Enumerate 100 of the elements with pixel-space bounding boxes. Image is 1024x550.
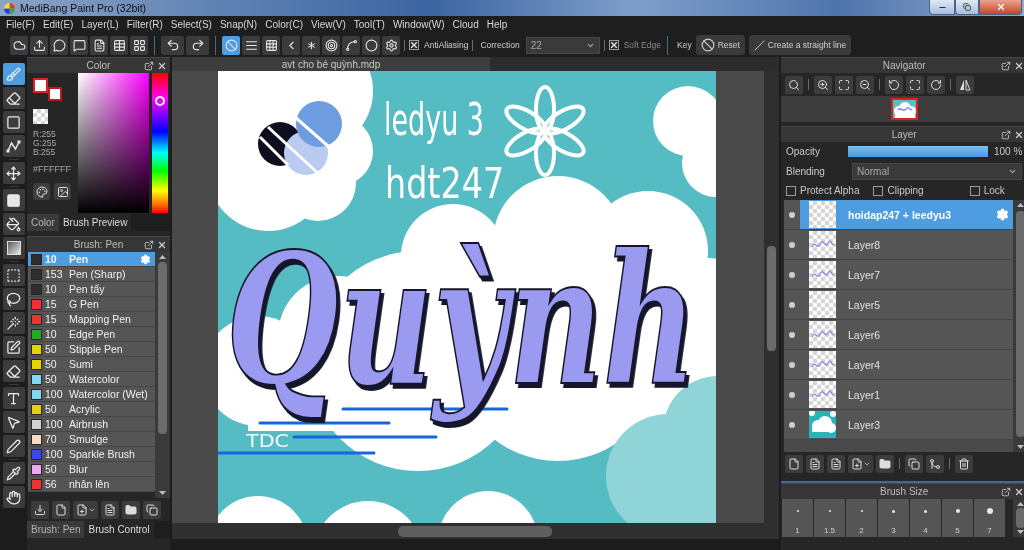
- brush-list-item[interactable]: 15 Mapping Pen: [28, 312, 155, 327]
- scroll-up-arrow-icon[interactable]: [1016, 502, 1024, 506]
- layer-item[interactable]: Layer1: [800, 380, 1014, 410]
- gradient-tool-button[interactable]: [2, 237, 25, 259]
- perspective-button[interactable]: [282, 35, 300, 55]
- scrollbar-thumb[interactable]: [1015, 211, 1024, 437]
- scroll-down-arrow-icon[interactable]: [1016, 530, 1024, 534]
- scroll-up-arrow-icon[interactable]: [1016, 203, 1024, 207]
- add-layer-button[interactable]: [848, 454, 873, 473]
- brush-size-option[interactable]: 5: [942, 499, 973, 537]
- reset-button[interactable]: Reset: [695, 35, 745, 55]
- scrollbar-thumb[interactable]: [158, 262, 167, 434]
- no-snap-button[interactable]: [222, 35, 240, 55]
- undock-icon[interactable]: [1001, 486, 1012, 497]
- settings-icon[interactable]: [996, 208, 1010, 221]
- brush-list-item[interactable]: 56 nhân lên: [28, 477, 155, 492]
- scroll-down-arrow-icon[interactable]: [1016, 445, 1024, 449]
- brush-list-item[interactable]: 100 Watercolor (Wet): [28, 387, 155, 402]
- new-mono-layer-button[interactable]: [827, 454, 845, 473]
- hue-slider[interactable]: [152, 73, 168, 213]
- fit-button[interactable]: [835, 75, 853, 94]
- brush-list-item[interactable]: 70 Smudge: [28, 432, 155, 447]
- download-button[interactable]: [31, 500, 49, 519]
- brush-size-option[interactable]: 4: [910, 499, 941, 537]
- folder-button[interactable]: [876, 454, 894, 473]
- brush-list-item[interactable]: 50 Blur: [28, 462, 155, 477]
- circle-button[interactable]: [362, 35, 380, 55]
- menu-item[interactable]: Tool(T): [350, 16, 388, 33]
- panel-tab[interactable]: Brush: Pen: [27, 521, 85, 538]
- visibility-toggle[interactable]: [784, 230, 800, 260]
- rotate-right-button[interactable]: [927, 75, 945, 94]
- visibility-toggle[interactable]: [784, 380, 800, 410]
- brush-list-item[interactable]: 10 Edge Pen: [28, 327, 155, 342]
- transparent-swatch-icon[interactable]: [33, 109, 48, 124]
- vertical-scrollbar[interactable]: [1013, 200, 1024, 452]
- brush-size-option[interactable]: 3: [878, 499, 909, 537]
- close-icon[interactable]: [1014, 486, 1024, 497]
- dashed-square-tool-button[interactable]: [2, 264, 25, 286]
- brush-list-item[interactable]: 50 Sumi: [28, 357, 155, 372]
- pen-tool-button[interactable]: [2, 435, 25, 457]
- menu-item[interactable]: Help: [483, 16, 511, 33]
- square-pen-tool-button[interactable]: [2, 336, 25, 358]
- correction-dropdown[interactable]: 22: [525, 36, 600, 54]
- brush-list-item[interactable]: 100 Sparkle Brush: [28, 447, 155, 462]
- panel-tab[interactable]: Brush Preview: [58, 214, 132, 231]
- close-button[interactable]: [979, 0, 1022, 15]
- document-tab[interactable]: avt cho bé quỳnh.mdp: [172, 57, 490, 71]
- magic-wand-tool-button[interactable]: [2, 312, 25, 334]
- flip-button[interactable]: [956, 75, 974, 94]
- paint-bucket-tool-button[interactable]: [2, 213, 25, 235]
- brush-size-option[interactable]: 1: [782, 499, 813, 537]
- brush-list-item[interactable]: 50 Stipple Pen: [28, 342, 155, 357]
- cloud-button[interactable]: [10, 35, 28, 55]
- color-swatch-icon[interactable]: [33, 78, 48, 93]
- new-halftone-layer-button[interactable]: [806, 454, 824, 473]
- horizontal-scrollbar[interactable]: [172, 523, 779, 539]
- upload-button[interactable]: [30, 35, 48, 55]
- menu-item[interactable]: Snap(N): [216, 16, 261, 33]
- filled-square-tool-button[interactable]: [2, 189, 25, 211]
- menu-item[interactable]: Layer(L): [78, 16, 122, 33]
- menu-item[interactable]: Filter(R): [123, 16, 166, 33]
- visibility-toggle[interactable]: [784, 320, 800, 350]
- grid-button[interactable]: [130, 35, 148, 55]
- brush-list-item[interactable]: 153 Pen (Sharp): [28, 267, 155, 282]
- move-tool-button[interactable]: [2, 162, 25, 184]
- script-button[interactable]: [101, 500, 119, 519]
- option-checkbox[interactable]: [873, 185, 884, 196]
- layer-item[interactable]: Layer3: [800, 410, 1014, 440]
- blending-dropdown[interactable]: Normal: [852, 162, 1023, 180]
- grid-button[interactable]: [262, 35, 280, 55]
- brush-size-option[interactable]: 2: [846, 499, 877, 537]
- brush-tool-button[interactable]: [2, 63, 25, 85]
- scrollbar-thumb[interactable]: [767, 246, 776, 351]
- undock-icon[interactable]: [144, 239, 154, 250]
- layer-item[interactable]: Layer6: [800, 320, 1014, 350]
- square-tool-button[interactable]: [2, 111, 25, 133]
- panel-tab[interactable]: Color: [27, 214, 59, 231]
- add-brush-button[interactable]: [73, 500, 98, 519]
- hue-slider-thumb[interactable]: [155, 96, 165, 106]
- visibility-toggle[interactable]: [784, 290, 800, 320]
- layer-item[interactable]: Layer7: [800, 260, 1014, 290]
- scrollbar-thumb[interactable]: [398, 525, 552, 537]
- redo-button[interactable]: [186, 35, 209, 55]
- palette-button[interactable]: [33, 183, 50, 200]
- hand-tool-button[interactable]: [2, 486, 25, 508]
- menu-item[interactable]: Cloud: [449, 16, 482, 33]
- comment-button[interactable]: [70, 35, 88, 55]
- zoom-out-button[interactable]: [856, 75, 874, 94]
- brush-list-item[interactable]: 15 G Pen: [28, 297, 155, 312]
- close-icon[interactable]: [1014, 60, 1024, 71]
- letter-t-tool-button[interactable]: [2, 387, 25, 409]
- menu-item[interactable]: Window(W): [389, 16, 448, 33]
- layer-item[interactable]: Layer4: [800, 350, 1014, 380]
- polyline-tool-button[interactable]: [2, 135, 25, 157]
- concentric-circles-button[interactable]: [322, 35, 340, 55]
- settings-button[interactable]: [382, 35, 400, 55]
- restore-button[interactable]: [955, 0, 979, 15]
- zoom-in-button[interactable]: [814, 75, 832, 94]
- option-checkbox[interactable]: [969, 185, 980, 196]
- vertical-scrollbar[interactable]: [155, 252, 170, 498]
